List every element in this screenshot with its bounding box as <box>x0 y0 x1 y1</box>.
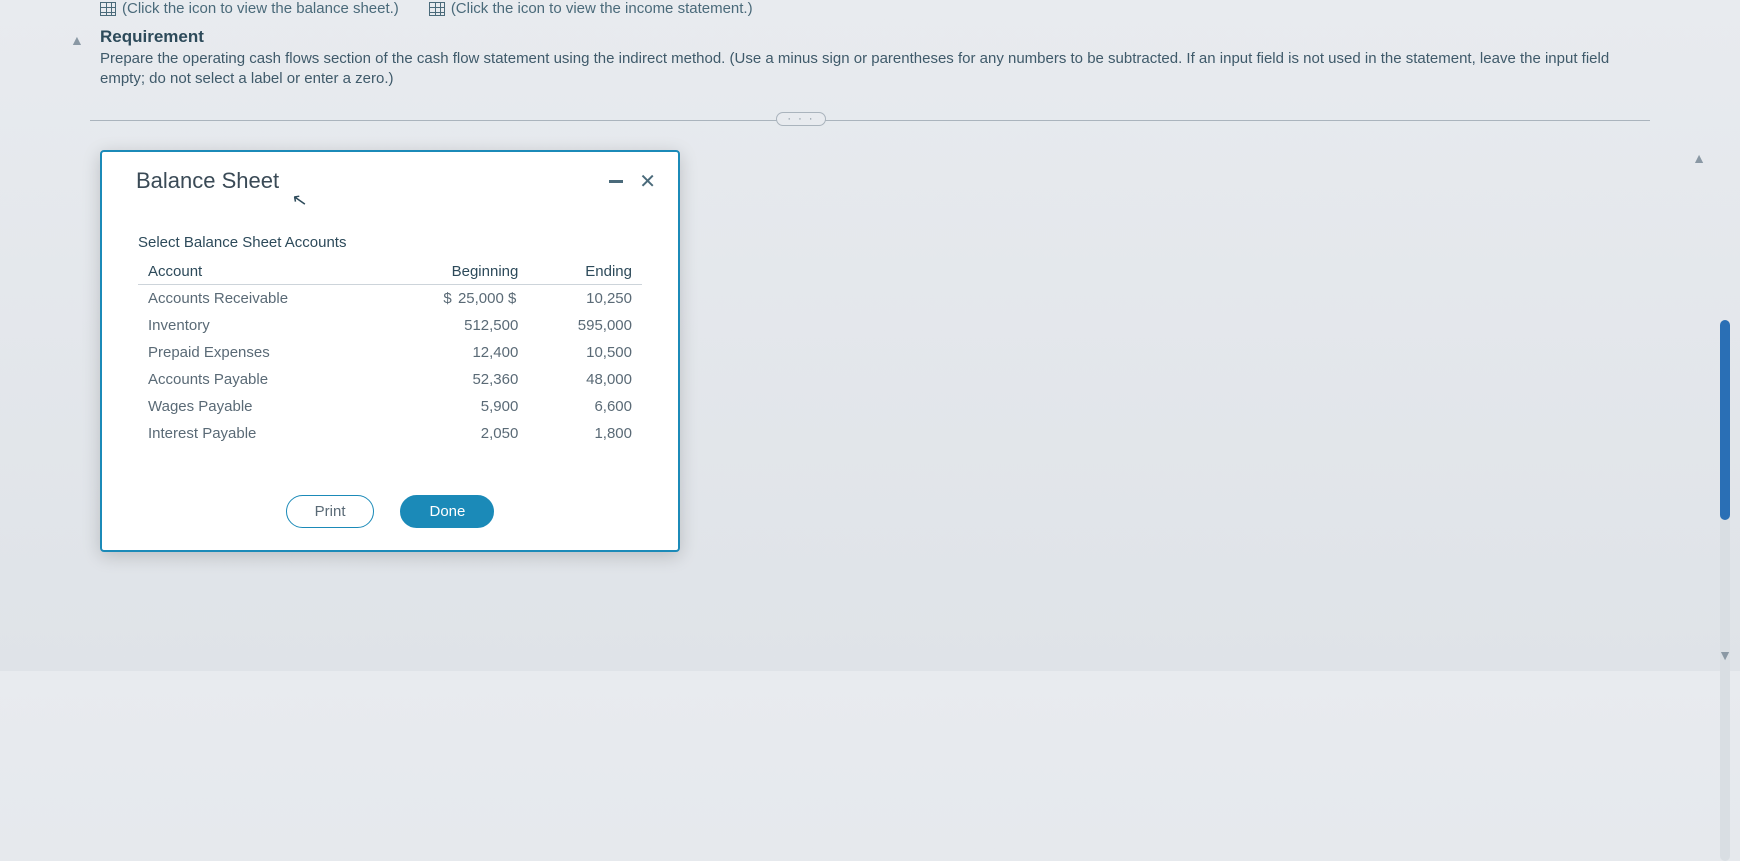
cell-ending: 1,800 <box>528 420 642 447</box>
table-row[interactable]: Interest Payable 2,050 1,800 <box>138 420 642 447</box>
income-statement-link[interactable]: (Click the icon to view the income state… <box>429 0 753 17</box>
table-row[interactable]: Wages Payable 5,900 6,600 <box>138 393 642 420</box>
income-statement-link-text: (Click the icon to view the income state… <box>451 0 753 17</box>
section-divider: · · · <box>90 120 1650 138</box>
scroll-down-icon[interactable]: ▼ <box>1718 647 1732 663</box>
minimize-icon[interactable] <box>609 180 623 183</box>
table-icon <box>100 2 116 16</box>
cell-beginning: 2,050 <box>383 420 528 447</box>
balance-sheet-link-text: (Click the icon to view the balance shee… <box>122 0 399 17</box>
dialog-body: Select Balance Sheet Accounts Account Be… <box>102 204 678 461</box>
cell-beginning: 5,900 <box>383 393 528 420</box>
col-beginning: Beginning <box>383 259 528 285</box>
scrollbar-track <box>1720 320 1730 861</box>
cell-account: Accounts Receivable <box>138 285 383 313</box>
cell-account: Inventory <box>138 312 383 339</box>
dialog-header: Balance Sheet ✕ <box>102 152 678 204</box>
requirement-text: Prepare the operating cash flows section… <box>100 49 1640 90</box>
balance-sheet-link[interactable]: (Click the icon to view the balance shee… <box>100 0 399 17</box>
cell-beginning: $ 25,000 $ <box>383 285 528 313</box>
cell-account: Interest Payable <box>138 420 383 447</box>
divider-expand-icon[interactable]: · · · <box>776 112 825 126</box>
cell-account: Accounts Payable <box>138 366 383 393</box>
balance-sheet-table: Account Beginning Ending Accounts Receiv… <box>138 259 642 447</box>
cell-beginning: 12,400 <box>383 339 528 366</box>
print-button[interactable]: Print <box>286 495 375 528</box>
table-row[interactable]: Inventory 512,500 595,000 <box>138 312 642 339</box>
table-row[interactable]: Accounts Payable 52,360 48,000 <box>138 366 642 393</box>
balance-sheet-dialog: Balance Sheet ✕ ↖ Select Balance Sheet A… <box>100 150 680 552</box>
cell-beginning: 512,500 <box>383 312 528 339</box>
cell-account: Wages Payable <box>138 393 383 420</box>
dialog-footer: Print Done <box>102 461 678 550</box>
cell-ending: 595,000 <box>528 312 642 339</box>
cell-ending: 6,600 <box>528 393 642 420</box>
cell-beginning: 52,360 <box>383 366 528 393</box>
done-button[interactable]: Done <box>400 495 494 528</box>
content-scroll-up-icon[interactable]: ▲ <box>1692 150 1706 166</box>
cell-ending: 48,000 <box>528 366 642 393</box>
requirement-block: Requirement Prepare the operating cash f… <box>0 23 1740 100</box>
table-row[interactable]: Prepaid Expenses 12,400 10,500 <box>138 339 642 366</box>
reference-links: (Click the icon to view the balance shee… <box>0 0 1740 23</box>
table-row[interactable]: Accounts Receivable $ 25,000 $ 10,250 <box>138 285 642 313</box>
cell-ending: 10,250 <box>528 285 642 313</box>
col-account: Account <box>138 259 383 285</box>
col-ending: Ending <box>528 259 642 285</box>
cell-ending: 10,500 <box>528 339 642 366</box>
scrollbar[interactable] <box>1718 100 1732 641</box>
requirement-title: Requirement <box>100 27 1640 47</box>
cell-account: Prepaid Expenses <box>138 339 383 366</box>
dialog-subtitle: Select Balance Sheet Accounts <box>138 234 642 251</box>
close-icon[interactable]: ✕ <box>639 169 656 194</box>
scroll-up-icon[interactable]: ▲ <box>70 32 84 48</box>
table-icon <box>429 2 445 16</box>
dialog-title: Balance Sheet <box>136 168 279 194</box>
scrollbar-thumb[interactable] <box>1720 320 1730 520</box>
